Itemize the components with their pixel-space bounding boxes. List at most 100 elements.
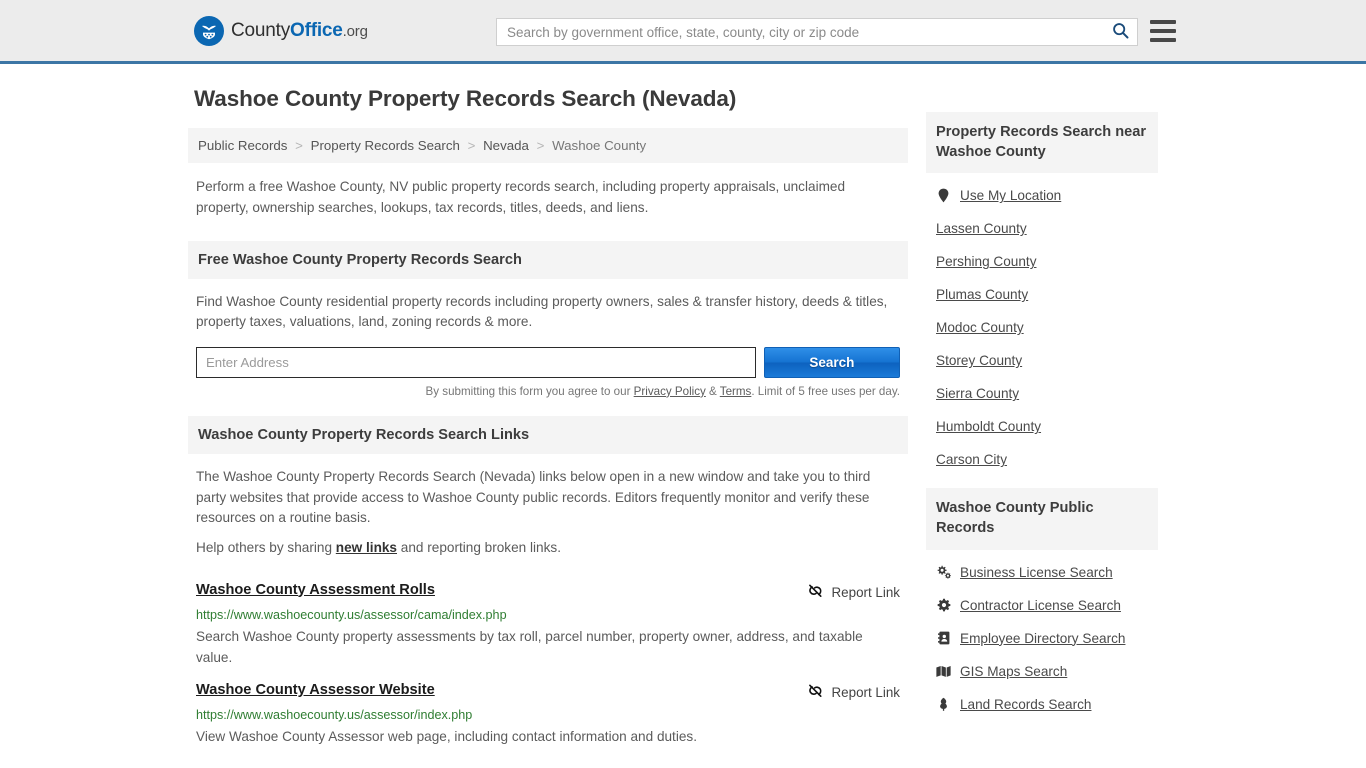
sidebar-item-lassen-county[interactable]: Lassen County <box>926 212 1158 245</box>
sidebar-item-business-license-search[interactable]: Business License Search <box>926 556 1158 589</box>
search-submit-button[interactable] <box>1103 19 1137 45</box>
address-search-form: Search <box>196 346 900 378</box>
eagle-shield-icon <box>194 15 224 46</box>
report-link-label: Report Link <box>831 584 900 600</box>
disclaimer-amp: & <box>705 384 720 398</box>
disclaimer-prefix: By submitting this form you agree to our <box>425 384 634 398</box>
sidebar-item-storey-county[interactable]: Storey County <box>926 344 1158 377</box>
sidebar-public-records-heading: Washoe County Public Records <box>926 488 1158 550</box>
links-section-body: The Washoe County Property Records Searc… <box>188 454 908 559</box>
resource-link-title[interactable]: Washoe County Assessor Website <box>196 682 435 698</box>
hamburger-bar <box>1150 29 1176 33</box>
sidebar-item-pershing-county[interactable]: Pershing County <box>926 245 1158 278</box>
address-search-button[interactable]: Search <box>763 346 900 378</box>
sidebar-nearby-list: Use My Location Lassen County Pershing C… <box>926 173 1158 478</box>
sidebar-card-nearby: Property Records Search near Washoe Coun… <box>926 112 1158 478</box>
sidebar-item-employee-directory-search[interactable]: Employee Directory Search <box>926 622 1158 655</box>
free-search-description: Find Washoe County residential property … <box>196 293 888 330</box>
header-search-bar[interactable] <box>496 18 1138 46</box>
site-logo[interactable]: CountyOffice.org <box>194 15 368 46</box>
search-icon <box>1112 22 1129 42</box>
resource-link-item: Washoe County Assessment Rolls Report Li… <box>188 568 908 668</box>
sidebar-link-label[interactable]: Pershing County <box>936 254 1037 269</box>
logo-text: CountyOffice.org <box>231 20 368 42</box>
sidebar-link-label[interactable]: Business License Search <box>960 565 1113 580</box>
resource-link-url: https://www.washoecounty.us/assessor/cam… <box>196 607 507 622</box>
links-section-heading: Washoe County Property Records Search Li… <box>188 415 908 454</box>
sidebar-item-humboldt-county[interactable]: Humboldt County <box>926 410 1158 443</box>
sidebar-link-label[interactable]: GIS Maps Search <box>960 664 1067 679</box>
site-header: CountyOffice.org <box>0 0 1366 64</box>
sidebar-nearby-heading: Property Records Search near Washoe Coun… <box>926 112 1158 174</box>
breadcrumb-item-nevada[interactable]: Nevada <box>483 138 529 153</box>
sidebar-link-label[interactable]: Employee Directory Search <box>960 631 1125 646</box>
resource-link-description: Search Washoe County property assessment… <box>196 628 863 665</box>
help-suffix: and reporting broken links. <box>397 539 561 555</box>
breadcrumb-item-washoe-county: Washoe County <box>552 138 647 153</box>
sidebar-link-label[interactable]: Storey County <box>936 353 1022 368</box>
links-section-paragraph: The Washoe County Property Records Searc… <box>196 468 871 526</box>
search-input[interactable] <box>497 19 1103 45</box>
sidebar-link-label[interactable]: Use My Location <box>960 188 1061 203</box>
resource-link-title[interactable]: Washoe County Assessment Rolls <box>196 582 435 598</box>
logo-text-org: .org <box>342 22 368 40</box>
breadcrumb-item-property-records-search[interactable]: Property Records Search <box>311 138 460 153</box>
broken-link-icon <box>807 683 824 702</box>
sidebar-item-carson-city[interactable]: Carson City <box>926 443 1158 476</box>
breadcrumb: Public Records > Property Records Search… <box>188 128 908 164</box>
logo-text-office: Office <box>290 19 343 41</box>
content-container: Washoe County Property Records Search (N… <box>188 64 1178 747</box>
page-title: Washoe County Property Records Search (N… <box>194 86 737 111</box>
logo-text-county: County <box>231 19 291 41</box>
free-search-body: Find Washoe County residential property … <box>188 279 908 333</box>
broken-link-icon <box>807 583 824 602</box>
help-prefix: Help others by sharing <box>196 539 336 555</box>
map-pin-icon <box>936 188 951 203</box>
sidebar-public-records-list: Business License Search Contractor Licen… <box>926 550 1158 723</box>
resource-link-header: Washoe County Assessor Website Report Li… <box>196 682 900 702</box>
address-input[interactable] <box>196 346 756 378</box>
terms-link[interactable]: Terms <box>720 385 752 398</box>
sidebar: Property Records Search near Washoe Coun… <box>926 86 1158 733</box>
hamburger-bar <box>1150 20 1176 24</box>
sidebar-item-use-my-location[interactable]: Use My Location <box>926 179 1158 212</box>
report-link-label: Report Link <box>831 684 900 700</box>
sidebar-item-modoc-county[interactable]: Modoc County <box>926 311 1158 344</box>
breadcrumb-separator: > <box>467 138 476 153</box>
disclaimer-suffix: . Limit of 5 free uses per day. <box>751 384 900 398</box>
hamburger-menu-icon[interactable] <box>1150 20 1176 42</box>
report-link-button[interactable]: Report Link <box>807 682 900 702</box>
cog-icon <box>936 598 951 612</box>
sidebar-item-gis-maps-search[interactable]: GIS Maps Search <box>926 655 1158 688</box>
resource-link-item: Washoe County Assessor Website Report Li… <box>188 668 908 747</box>
privacy-policy-link[interactable]: Privacy Policy <box>634 385 706 398</box>
breadcrumb-separator: > <box>295 138 303 153</box>
sidebar-link-label[interactable]: Contractor License Search <box>960 598 1121 613</box>
sidebar-link-label[interactable]: Modoc County <box>936 320 1024 335</box>
resource-link-header: Washoe County Assessment Rolls Report Li… <box>196 582 900 602</box>
sidebar-item-land-records-search[interactable]: Land Records Search <box>926 688 1158 721</box>
sidebar-item-sierra-county[interactable]: Sierra County <box>926 377 1158 410</box>
main-column: Washoe County Property Records Search (N… <box>188 86 908 747</box>
new-links-link[interactable]: new links <box>336 540 397 555</box>
breadcrumb-item-public-records[interactable]: Public Records <box>198 138 287 153</box>
sidebar-link-label[interactable]: Lassen County <box>936 221 1027 236</box>
hamburger-bar <box>1150 38 1176 42</box>
sidebar-link-label[interactable]: Sierra County <box>936 386 1019 401</box>
page-intro-text: Perform a free Washoe County, NV public … <box>196 179 846 215</box>
sidebar-item-contractor-license-search[interactable]: Contractor License Search <box>926 589 1158 622</box>
free-search-heading: Free Washoe County Property Records Sear… <box>188 240 908 279</box>
page-body: Washoe County Property Records Search (N… <box>0 64 1366 747</box>
cogs-icon <box>936 565 951 579</box>
resource-link-description: View Washoe County Assessor web page, in… <box>196 728 697 744</box>
report-link-button[interactable]: Report Link <box>807 582 900 602</box>
sidebar-link-label[interactable]: Land Records Search <box>960 697 1091 712</box>
sidebar-link-label[interactable]: Plumas County <box>936 287 1028 302</box>
map-icon <box>936 665 951 678</box>
sidebar-item-plumas-county[interactable]: Plumas County <box>926 278 1158 311</box>
sidebar-link-label[interactable]: Carson City <box>936 452 1007 467</box>
breadcrumb-separator: > <box>536 138 545 153</box>
landmark-icon <box>936 697 951 712</box>
resource-link-url: https://www.washoecounty.us/assessor/ind… <box>196 707 473 722</box>
sidebar-link-label[interactable]: Humboldt County <box>936 419 1041 434</box>
